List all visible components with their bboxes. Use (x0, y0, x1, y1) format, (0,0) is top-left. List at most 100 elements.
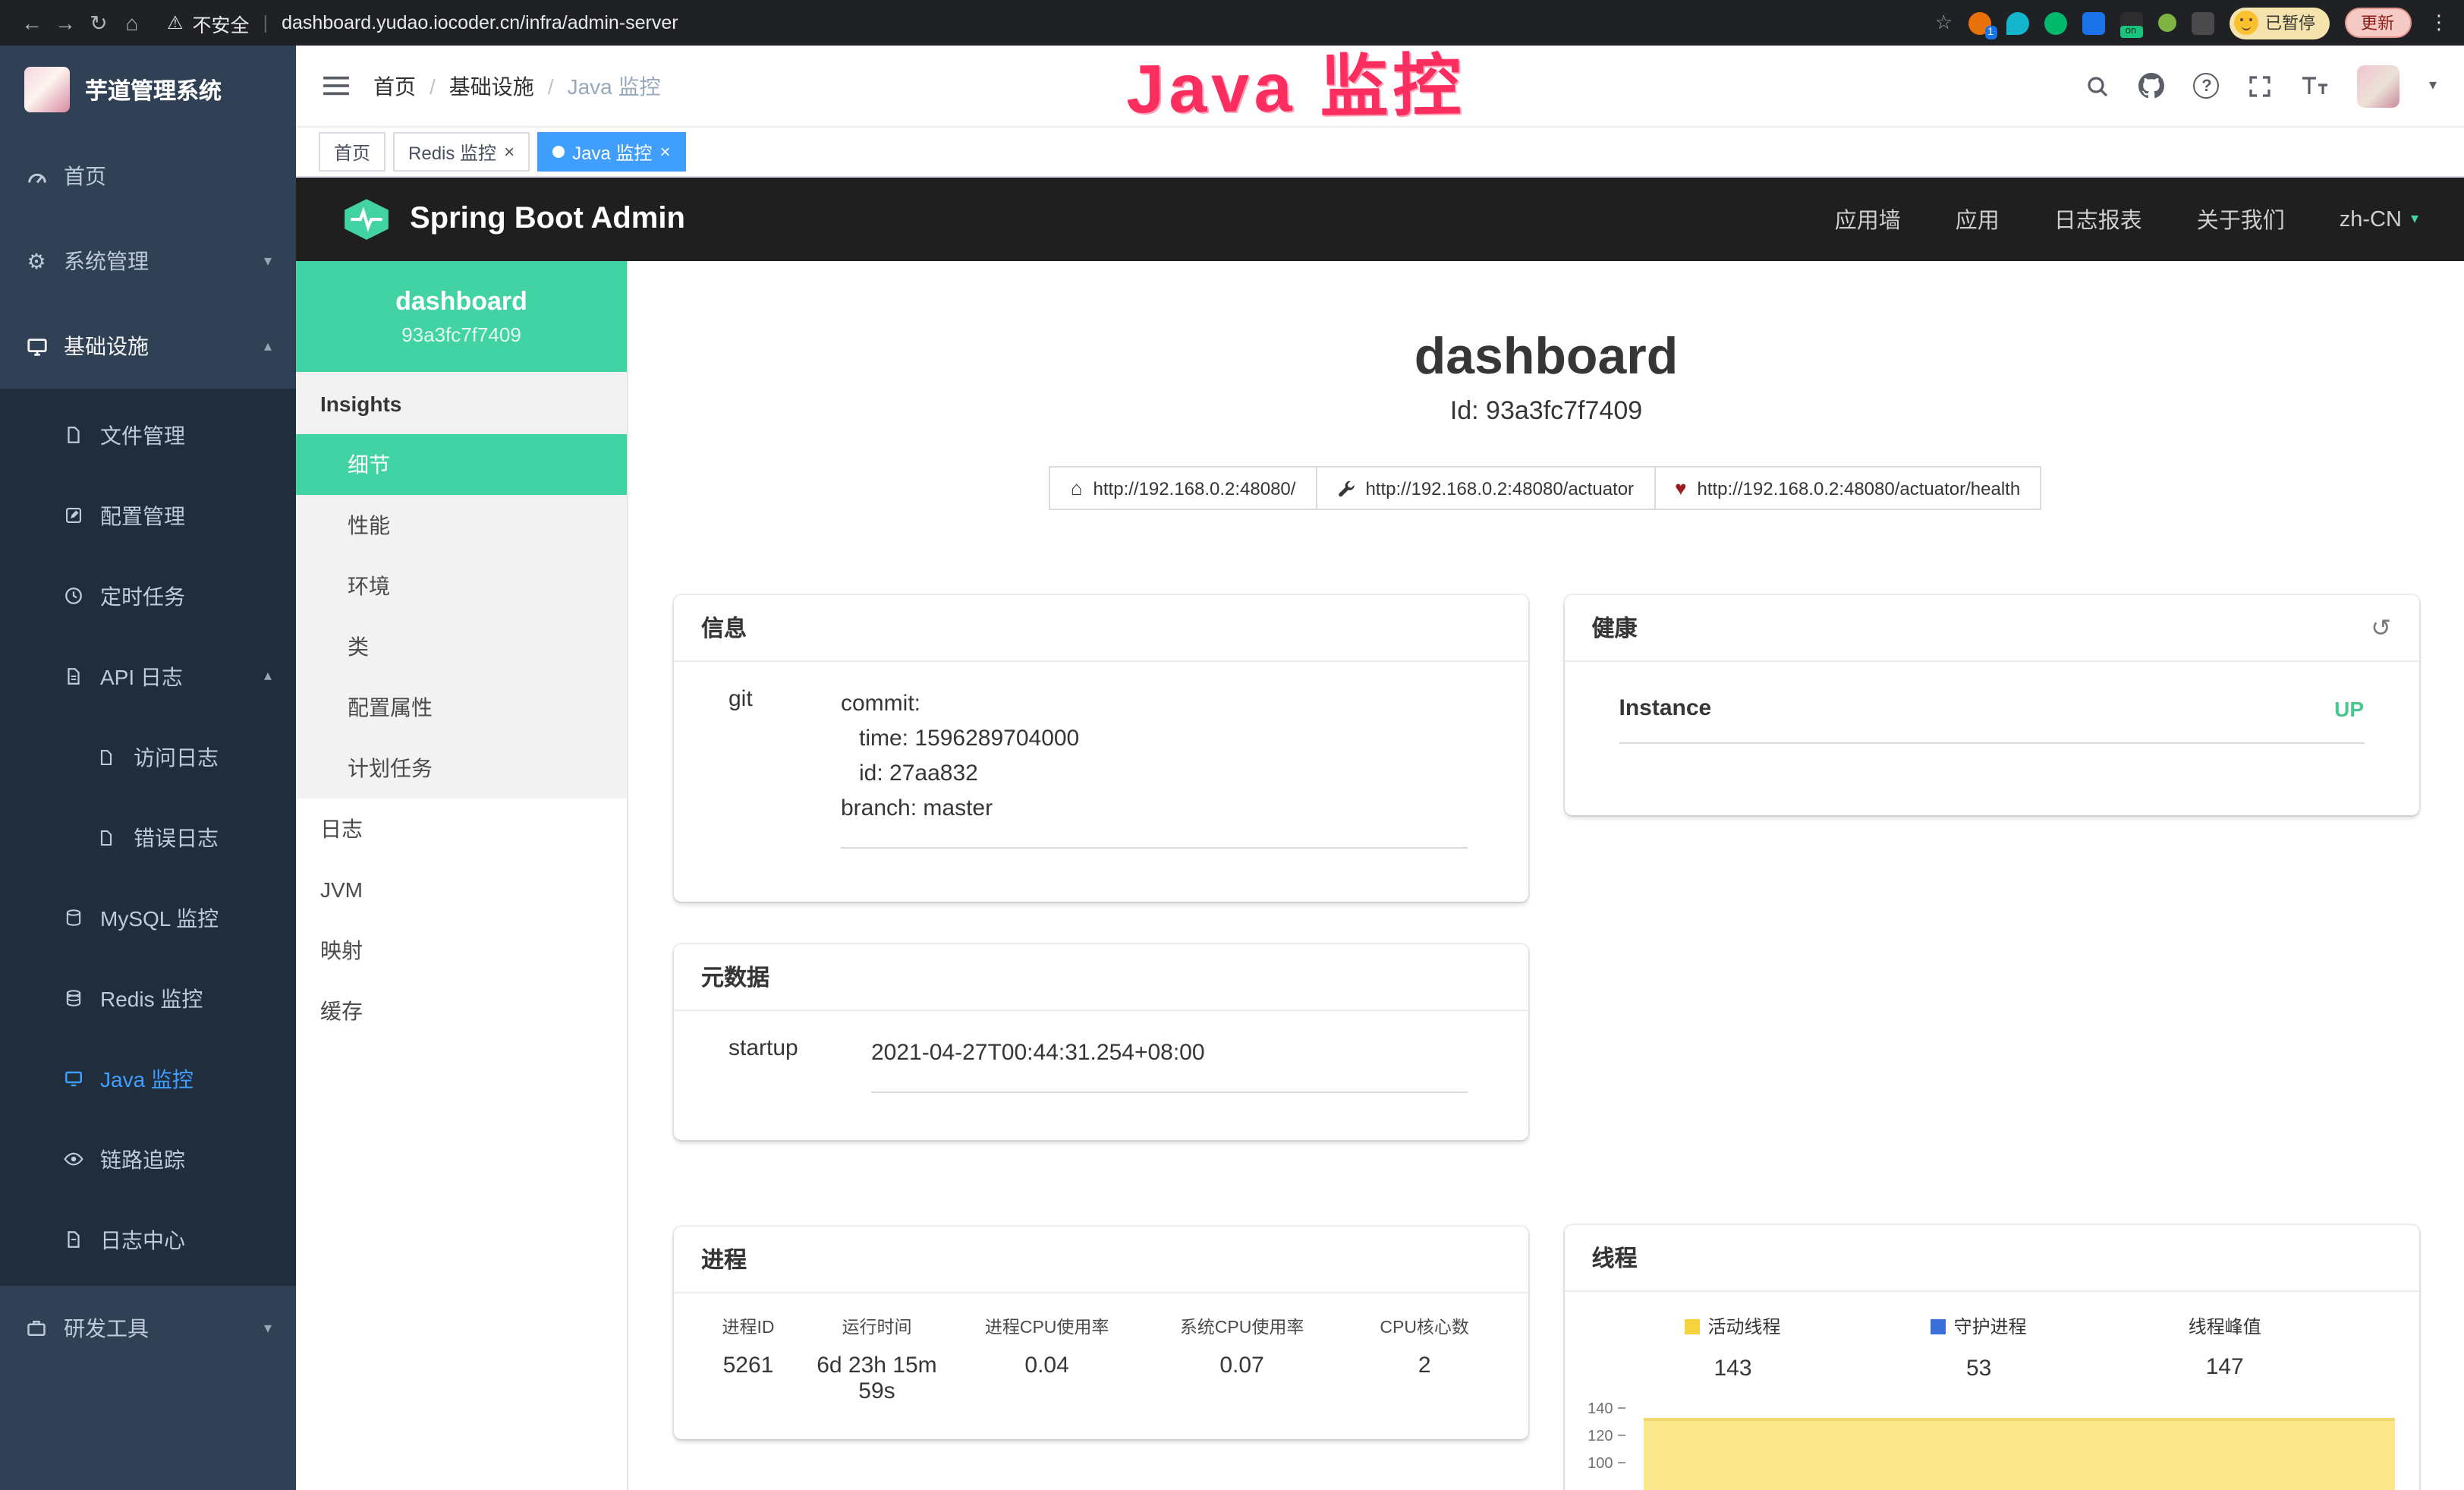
sidebar-item-config-manage[interactable]: 配置管理 (0, 475, 296, 556)
extension-puzzle-icon[interactable] (2191, 11, 2214, 34)
extension-leaf-icon[interactable] (2157, 14, 2176, 32)
url-text[interactable]: dashboard.yudao.iocoder.cn/infra/admin-s… (282, 12, 678, 33)
sidebar-item-redis-monitor[interactable]: Redis 监控 (0, 958, 296, 1038)
sba-brand-label: Spring Boot Admin (410, 202, 685, 237)
instance-header[interactable]: dashboard 93a3fc7f7409 (296, 261, 627, 372)
tab-label: Java 监控 (572, 139, 652, 165)
sidebar-item-access-log[interactable]: 访问日志 (0, 717, 296, 797)
github-icon[interactable] (2139, 73, 2165, 99)
service-url-link[interactable]: ⌂ http://192.168.0.2:48080/ (1049, 466, 1317, 510)
back-icon[interactable]: ← (15, 11, 49, 35)
forward-icon[interactable]: → (49, 11, 82, 35)
menu-item-details[interactable]: 细节 (296, 434, 627, 495)
address-bar[interactable]: ⚠ 不安全 | dashboard.yudao.iocoder.cn/infra… (167, 8, 678, 37)
home-icon: ⌂ (1071, 477, 1083, 499)
wrench-icon (1336, 479, 1355, 497)
app-logo[interactable]: 芋道管理系统 (0, 46, 296, 134)
breadcrumb-infra[interactable]: 基础设施 (449, 71, 534, 101)
close-tab-icon[interactable]: × (659, 143, 670, 161)
font-size-icon[interactable] (2302, 74, 2329, 97)
sidebar-item-file-manage[interactable]: 文件管理 (0, 395, 296, 475)
instance-name: dashboard (296, 287, 627, 317)
sidebar-item-label: 系统管理 (64, 246, 149, 276)
menu-item-caches[interactable]: 缓存 (296, 981, 627, 1041)
sidebar-item-label: 定时任务 (100, 581, 185, 611)
menu-item-performance[interactable]: 性能 (296, 495, 627, 556)
info-key: git (674, 686, 841, 849)
sba-language-dropdown[interactable]: zh-CN ▾ (2340, 207, 2418, 232)
tab-redis-monitor[interactable]: Redis 监控 × (393, 132, 530, 172)
update-button[interactable]: 更新 (2344, 8, 2411, 38)
menu-item-mappings[interactable]: 映射 (296, 920, 627, 981)
sidebar-item-system[interactable]: ⚙ 系统管理 ▾ (0, 219, 296, 304)
extension-grid-icon[interactable] (2082, 11, 2104, 34)
instance-links: ⌂ http://192.168.0.2:48080/ http://192.1… (628, 466, 2464, 510)
history-icon[interactable]: ↺ (2371, 613, 2391, 643)
chevron-down-icon: ▾ (264, 253, 272, 269)
threads-legend: 活动线程 143 守护进程 53 线程峰值 147 (1565, 1292, 2419, 1381)
help-icon[interactable]: ? (2194, 73, 2220, 99)
breadcrumb-home[interactable]: 首页 (373, 71, 416, 101)
extension-icon-1[interactable]: 1 (1968, 11, 1990, 34)
health-instance-row[interactable]: Instance UP (1619, 662, 2365, 744)
tab-java-monitor[interactable]: Java 监控 × (537, 132, 685, 172)
menu-item-classes[interactable]: 类 (296, 616, 627, 677)
caret-down-icon[interactable]: ▾ (2429, 77, 2437, 94)
sba-nav-journal[interactable]: 日志报表 (2054, 203, 2142, 235)
security-label[interactable]: 不安全 (193, 8, 250, 37)
sba-nav-about[interactable]: 关于我们 (2197, 203, 2285, 235)
sidebar-item-mysql-monitor[interactable]: MySQL 监控 (0, 877, 296, 958)
menu-fold-icon[interactable] (323, 74, 349, 97)
extension-on-badge: on (2119, 25, 2142, 37)
home-icon[interactable]: ⌂ (115, 11, 149, 35)
menu-item-logs[interactable]: 日志 (296, 799, 627, 859)
sidebar-item-label: API 日志 (100, 661, 183, 691)
gear-icon: ⚙ (24, 248, 49, 274)
profile-avatar (2233, 11, 2258, 35)
sba-brand[interactable]: Spring Boot Admin (341, 197, 685, 241)
main-content: dashboard Id: 93a3fc7f7409 ⌂ http://192.… (628, 261, 2464, 1490)
extension-green-icon[interactable] (2044, 11, 2066, 34)
user-avatar[interactable] (2358, 65, 2400, 107)
y-axis-tick: 100 (1565, 1457, 1625, 1472)
sidebar-item-trace[interactable]: 链路追踪 (0, 1119, 296, 1199)
menu-item-environment[interactable]: 环境 (296, 556, 627, 616)
logo-image (24, 67, 70, 112)
menu-item-scheduled-tasks[interactable]: 计划任务 (296, 738, 627, 799)
info-row-git: git commit: time: 1596289704000 id: 27aa… (674, 662, 1528, 849)
sidebar-item-home[interactable]: 首页 (0, 134, 296, 219)
sidebar-item-java-monitor[interactable]: Java 监控 (0, 1038, 296, 1119)
document-icon (94, 748, 118, 766)
actuator-url-link[interactable]: http://192.168.0.2:48080/actuator (1315, 466, 1655, 510)
sba-nav-applications[interactable]: 应用 (1956, 203, 2000, 235)
tab-home[interactable]: 首页 (319, 132, 385, 172)
menu-item-config-props[interactable]: 配置属性 (296, 677, 627, 738)
sidebar-item-infra[interactable]: 基础设施 ▴ (0, 304, 296, 389)
kebab-menu-icon[interactable]: ⋮ (2429, 11, 2449, 35)
profile-chip[interactable]: 已暂停 (2229, 7, 2329, 39)
health-url-link[interactable]: ♥ http://192.168.0.2:48080/actuator/heal… (1654, 466, 2041, 510)
sidebar-item-error-log[interactable]: 错误日志 (0, 797, 296, 877)
clock-icon (61, 586, 85, 606)
tab-label: Redis 监控 (408, 139, 496, 165)
refresh-icon[interactable]: ↻ (82, 10, 115, 36)
search-icon[interactable] (2086, 74, 2110, 98)
fullscreen-icon[interactable] (2248, 74, 2273, 98)
sidebar-item-dev-tools[interactable]: 研发工具 ▾ (0, 1286, 296, 1371)
menu-item-jvm[interactable]: JVM (296, 859, 627, 920)
metadata-card: 元数据 startup 2021-04-27T00:44:31.254+08:0… (674, 944, 1528, 1140)
bookmark-star-icon[interactable]: ☆ (1935, 11, 1953, 35)
screen: ← → ↻ ⌂ ⚠ 不安全 | dashboard.yudao.iocoder.… (0, 0, 2464, 1490)
extension-pin-icon[interactable] (2006, 11, 2028, 34)
process-table: 进程ID 5261 运行时间 6d 23h 15m 59s 进程CPU使用率 0… (674, 1293, 1528, 1404)
close-tab-icon[interactable]: × (504, 143, 515, 161)
sidebar-item-log-center[interactable]: 日志中心 (0, 1199, 296, 1280)
sidebar-item-scheduled-job[interactable]: 定时任务 (0, 556, 296, 636)
cards-left-column: 信息 git commit: time: 1596289704000 id: 2… (674, 595, 1528, 1490)
process-col-process-cpu: 进程CPU使用率 0.04 (943, 1315, 1150, 1404)
sba-nav-wallboard[interactable]: 应用墙 (1835, 203, 1901, 235)
process-card-title: 进程 (674, 1227, 1528, 1293)
infra-submenu: 文件管理 配置管理 定时任务 (0, 389, 296, 1286)
extension-switch-icon[interactable]: on (2119, 11, 2142, 34)
sidebar-item-api-log[interactable]: API 日志 ▴ (0, 636, 296, 717)
